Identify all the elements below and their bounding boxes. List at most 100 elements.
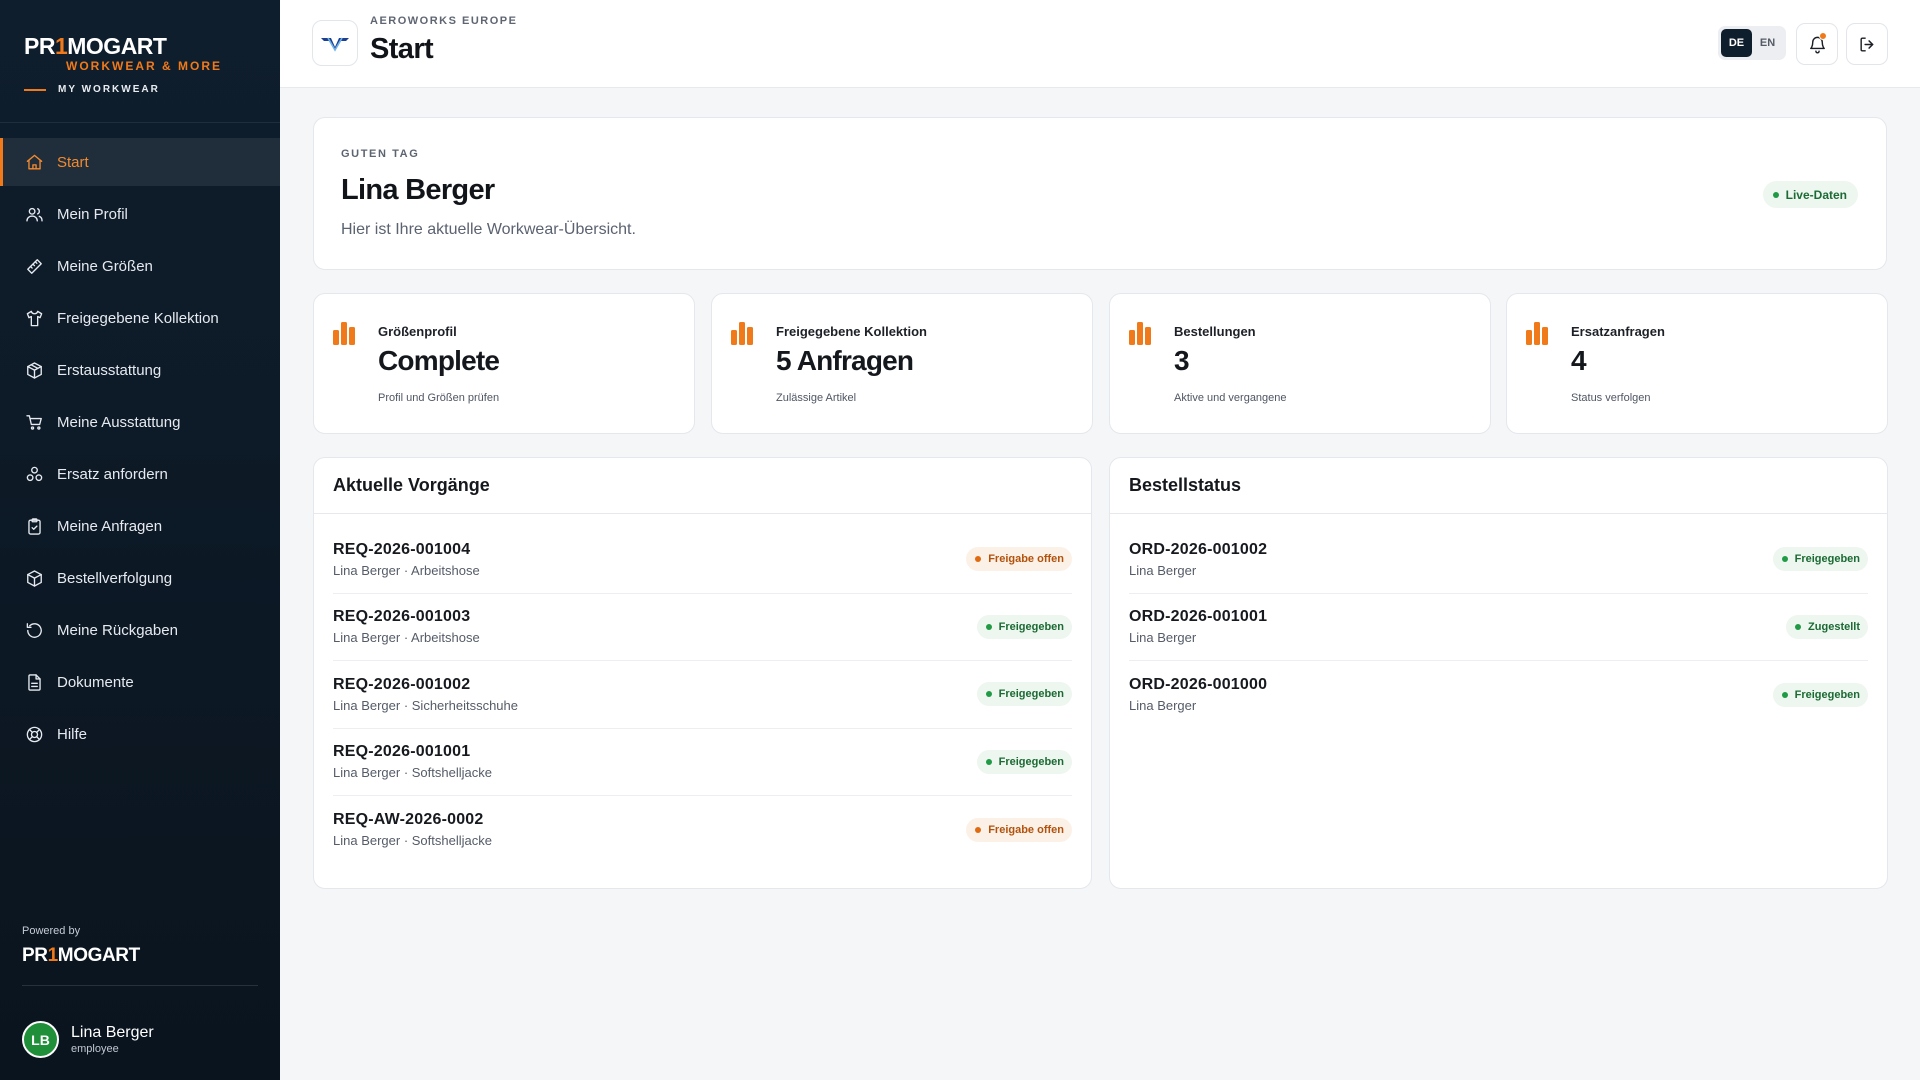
stat-sub: Status verfolgen <box>1571 392 1651 404</box>
brand-tagline: MY WORKWEAR <box>24 84 256 95</box>
sidebar-item-mein-profil[interactable]: Mein Profil <box>0 190 280 238</box>
request-detail: Lina Berger · Arbeitshose <box>333 562 480 578</box>
stat-sub: Aktive und vergangene <box>1174 392 1287 404</box>
stat-value: 4 <box>1571 345 1587 376</box>
status-badge: Freigegeben <box>976 749 1072 774</box>
process-row[interactable]: REQ-2026-001001 Lina Berger · Softshellja… <box>333 729 1072 796</box>
sidebar-item-meine-groessen[interactable]: Meine Größen <box>0 242 280 290</box>
status-badge: Freigegeben <box>976 614 1072 639</box>
process-list: REQ-2026-001004 Lina Berger · Arbeitshose… <box>314 514 1091 864</box>
powered-by: Powered by PR1MOGART <box>22 925 258 986</box>
stat-card-groessenprofil[interactable]: Größenprofil Complete Profil und Größen … <box>313 293 695 434</box>
welcome-card: GUTEN TAG Lina Berger Hier ist Ihre aktu… <box>313 117 1887 270</box>
order-detail: Lina Berger <box>1129 698 1197 714</box>
current-user[interactable]: LB Lina Berger employee <box>22 1021 154 1058</box>
order-status-panel: Bestellstatus ORD-2026-001002 Lina Berger… <box>1109 457 1888 889</box>
aeroworks-logo-icon <box>321 37 349 52</box>
status-dot <box>1781 556 1788 563</box>
stat-label: Ersatzanfragen <box>1571 324 1665 339</box>
package-icon <box>24 360 44 380</box>
page-title: Start <box>370 33 434 65</box>
order-id: ORD-2026-001002 <box>1129 540 1268 558</box>
sidebar-item-bestellverfolgung[interactable]: Bestellverfolgung <box>0 554 280 602</box>
process-row[interactable]: REQ-2026-001003 Lina Berger · Arbeitshose… <box>333 594 1072 661</box>
notifications-button[interactable] <box>1796 23 1838 65</box>
bar-chart-icon <box>1526 322 1548 345</box>
greeting-label: GUTEN TAG <box>341 148 420 160</box>
sidebar-item-ersatz-anfordern[interactable]: Ersatz anfordern <box>0 450 280 498</box>
sidebar-item-meine-ausstattung[interactable]: Meine Ausstattung <box>0 398 280 446</box>
lang-en-button[interactable]: EN <box>1752 29 1783 57</box>
request-id: REQ-2026-001002 <box>333 675 471 693</box>
status-dot <box>985 691 992 698</box>
panel-title: Aktuelle Vorgänge <box>314 458 1091 514</box>
stat-card-ersatzanfragen[interactable]: Ersatzanfragen 4 Status verfolgen <box>1506 293 1888 434</box>
lifebuoy-icon <box>24 724 44 744</box>
stat-value: 3 <box>1174 345 1190 376</box>
status-dot <box>1772 191 1779 198</box>
avatar: LB <box>22 1021 59 1058</box>
stat-label: Größenprofil <box>378 324 457 339</box>
request-id: REQ-AW-2026-0002 <box>333 811 484 829</box>
stat-value: 5 Anfragen <box>776 345 914 376</box>
sidebar-nav: Start Mein Profil Meine Größen Freigegeb… <box>0 123 280 758</box>
stat-card-freigegebene-kollektion[interactable]: Freigegebene Kollektion 5 Anfragen Zuläs… <box>711 293 1093 434</box>
status-badge: Freigegeben <box>1772 682 1868 707</box>
stat-label: Freigegebene Kollektion <box>776 324 927 339</box>
request-detail: Lina Berger · Arbeitshose <box>333 630 480 646</box>
process-row[interactable]: REQ-AW-2026-0002 Lina Berger · Softshellj… <box>333 796 1072 864</box>
status-badge: Zugestellt <box>1786 614 1868 639</box>
status-badge: Freigabe offen <box>966 547 1072 572</box>
sidebar-item-erstausstattung[interactable]: Erstausstattung <box>0 346 280 394</box>
stat-card-bestellungen[interactable]: Bestellungen 3 Aktive und vergangene <box>1109 293 1491 434</box>
status-dot <box>975 826 982 833</box>
panel-title: Bestellstatus <box>1110 458 1887 514</box>
powered-by-label: Powered by <box>22 925 81 937</box>
sidebar-item-hilfe[interactable]: Hilfe <box>0 710 280 758</box>
request-id: REQ-2026-001003 <box>333 608 471 626</box>
sidebar-item-meine-anfragen[interactable]: Meine Anfragen <box>0 502 280 550</box>
lang-de-button[interactable]: DE <box>1721 29 1752 57</box>
stat-sub: Zulässige Artikel <box>776 392 857 404</box>
sidebar: PR1MOGART WORKWEAR & MORE MY WORKWEAR St… <box>0 0 280 1080</box>
process-row[interactable]: REQ-2026-001002 Lina Berger · Sicherheits… <box>333 661 1072 729</box>
request-detail: Lina Berger · Softshelljacke <box>333 833 492 849</box>
sidebar-item-dokumente[interactable]: Dokumente <box>0 658 280 706</box>
status-dot <box>1795 623 1802 630</box>
home-icon <box>24 152 44 172</box>
bar-chart-icon <box>333 322 355 345</box>
status-badge: Freigabe offen <box>966 817 1072 842</box>
request-detail: Lina Berger · Softshelljacke <box>333 765 492 781</box>
request-id: REQ-2026-001001 <box>333 743 471 761</box>
sidebar-item-meine-rueckgaben[interactable]: Meine Rückgaben <box>0 606 280 654</box>
logout-button[interactable] <box>1846 23 1888 65</box>
process-row[interactable]: REQ-2026-001004 Lina Berger · Arbeitshose… <box>333 526 1072 594</box>
request-id: REQ-2026-001004 <box>333 540 471 558</box>
order-row[interactable]: ORD-2026-001001 Lina Berger Zugestellt <box>1129 594 1868 661</box>
user-role: employee <box>71 1042 119 1055</box>
order-id: ORD-2026-001001 <box>1129 608 1268 626</box>
package-track-icon <box>24 568 44 588</box>
cart-icon <box>24 412 44 432</box>
ruler-icon <box>24 256 44 276</box>
stat-label: Bestellungen <box>1174 324 1256 339</box>
bar-chart-icon <box>1129 322 1151 345</box>
powered-by-logo: PR1MOGART <box>22 945 258 986</box>
return-icon <box>24 620 44 640</box>
status-badge: Freigegeben <box>976 682 1072 707</box>
brand-logo[interactable]: PR1MOGART <box>24 34 256 58</box>
order-row[interactable]: ORD-2026-001000 Lina Berger Freigegeben <box>1129 661 1868 729</box>
bar-chart-icon <box>731 322 753 345</box>
order-row[interactable]: ORD-2026-001002 Lina Berger Freigegeben <box>1129 526 1868 594</box>
status-dot <box>975 556 982 563</box>
status-dot <box>1781 691 1788 698</box>
sidebar-item-freigegebene-kollektion[interactable]: Freigegebene Kollektion <box>0 294 280 342</box>
order-detail: Lina Berger <box>1129 562 1197 578</box>
language-switch: DE EN <box>1718 26 1786 60</box>
sidebar-item-start[interactable]: Start <box>0 138 280 186</box>
current-processes-panel: Aktuelle Vorgänge REQ-2026-001004 Lina Be… <box>313 457 1092 889</box>
status-badge: Freigegeben <box>1772 547 1868 572</box>
users-icon <box>24 204 44 224</box>
status-dot <box>985 758 992 765</box>
greeting-text: Hier ist Ihre aktuelle Workwear-Übersich… <box>341 221 636 238</box>
